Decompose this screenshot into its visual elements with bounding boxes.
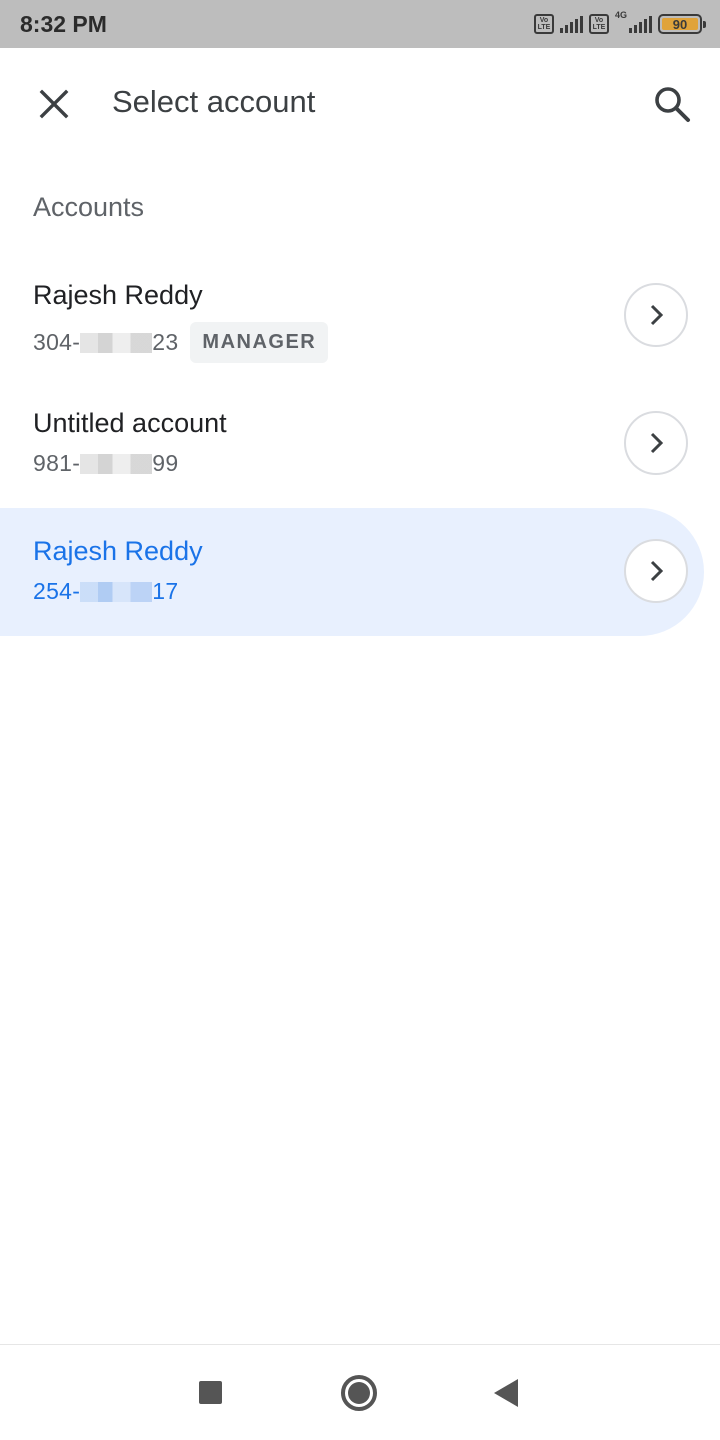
signal-icon [559, 15, 583, 33]
status-icons: Vo LTE Vo LTE 4G 90 [533, 10, 706, 34]
account-item[interactable]: Untitled account 981- 99 [0, 380, 704, 508]
recents-icon[interactable] [199, 1381, 222, 1404]
search-icon [655, 87, 690, 122]
chevron-right-icon [650, 304, 664, 326]
account-number: 254- 17 [33, 578, 179, 604]
volte-icon-2: Vo LTE [588, 14, 609, 34]
close-icon [39, 89, 69, 119]
page-title: Select account [112, 84, 316, 119]
close-button[interactable] [24, 76, 88, 132]
redacted-digits [80, 582, 153, 602]
account-number-row: 254- 17 [33, 578, 178, 605]
redacted-digits [80, 454, 153, 474]
manager-badge: MANAGER [190, 322, 329, 363]
account-number: 304- 23 [33, 329, 179, 355]
account-number-row: 304- 23 MANAGER [33, 322, 329, 363]
battery-icon: 90 [658, 14, 706, 34]
network-type-label: 4G [614, 10, 627, 20]
back-icon[interactable] [494, 1379, 518, 1407]
account-number-row: 981- 99 [33, 450, 178, 477]
open-account-button[interactable] [624, 539, 688, 603]
system-nav-bar [0, 1344, 720, 1440]
status-bar: 8:32 PM Vo LTE Vo LTE 4G 90 [0, 0, 720, 48]
account-name: Untitled account [33, 408, 227, 438]
open-account-button[interactable] [624, 411, 688, 475]
account-name: Rajesh Reddy [33, 280, 203, 310]
redacted-digits [80, 333, 153, 353]
search-button[interactable] [648, 80, 696, 128]
chevron-right-icon [650, 432, 664, 454]
home-icon[interactable] [341, 1375, 377, 1411]
account-item[interactable]: Rajesh Reddy 304- 23 MANAGER [0, 252, 704, 380]
account-name: Rajesh Reddy [33, 536, 203, 566]
signal-icon-2 [629, 15, 652, 33]
open-account-button[interactable] [624, 283, 688, 347]
volte-icon: Vo LTE [533, 14, 554, 34]
battery-level: 90 [662, 17, 698, 32]
account-number: 981- 99 [33, 450, 179, 476]
status-time: 8:32 PM [20, 10, 107, 37]
chevron-right-icon [650, 560, 664, 582]
app-bar: Select account [0, 48, 720, 160]
account-item-selected[interactable]: Rajesh Reddy 254- 17 [0, 508, 704, 636]
accounts-section-label: Accounts [33, 192, 145, 222]
